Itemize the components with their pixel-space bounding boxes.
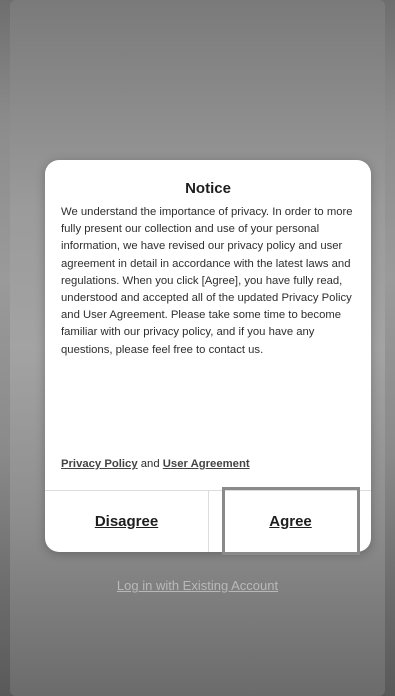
links-conjunction: and <box>137 458 163 470</box>
policy-links: Privacy Policy and User Agreement <box>61 458 359 470</box>
agree-button[interactable]: Agree <box>209 491 371 552</box>
privacy-policy-link[interactable]: Privacy Policy <box>61 458 138 470</box>
dialog-body-text: We understand the importance of privacy.… <box>61 206 353 356</box>
user-agreement-link[interactable]: User Agreement <box>163 458 250 470</box>
dialog-title: Notice <box>185 180 231 197</box>
login-existing-account-link[interactable]: Log in with Existing Account <box>0 578 395 593</box>
disagree-button[interactable]: Disagree <box>45 491 208 552</box>
notice-dialog: Notice We understand the importance of p… <box>45 160 371 552</box>
